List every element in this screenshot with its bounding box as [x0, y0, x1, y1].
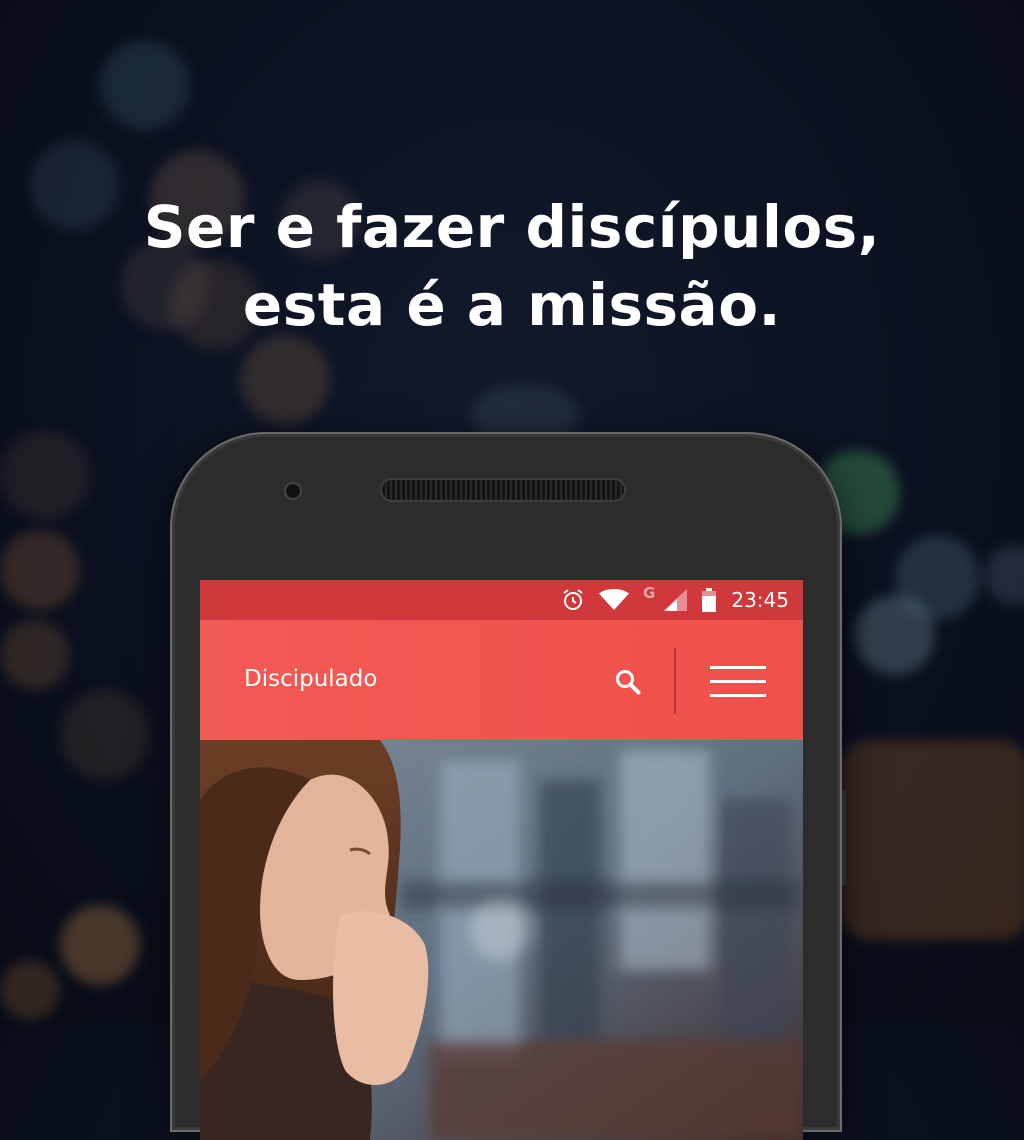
app-bar: Discipulado	[200, 620, 803, 740]
app-bar-divider	[674, 648, 676, 714]
hamburger-menu-icon[interactable]	[710, 662, 766, 700]
earpiece-speaker	[382, 480, 624, 500]
alarm-icon	[561, 588, 585, 612]
phone-mockup: G 23:45 Discipulado	[170, 432, 842, 1140]
network-type-label: G	[643, 584, 656, 602]
search-icon[interactable]	[614, 668, 642, 696]
status-bar: G 23:45	[200, 580, 803, 620]
status-time: 23:45	[731, 588, 789, 612]
battery-icon	[701, 588, 717, 612]
signal-icon	[663, 589, 688, 611]
app-title: Discipulado	[244, 666, 378, 692]
headline: Ser e fazer discípulos, esta é a missão.	[0, 188, 1024, 344]
hero-image	[200, 740, 803, 1140]
headline-line-1: Ser e fazer discípulos,	[143, 193, 881, 261]
front-camera	[286, 484, 300, 498]
wifi-icon	[599, 589, 630, 611]
headline-line-2: esta é a missão.	[242, 271, 782, 339]
phone-screen: G 23:45 Discipulado	[200, 580, 803, 1140]
